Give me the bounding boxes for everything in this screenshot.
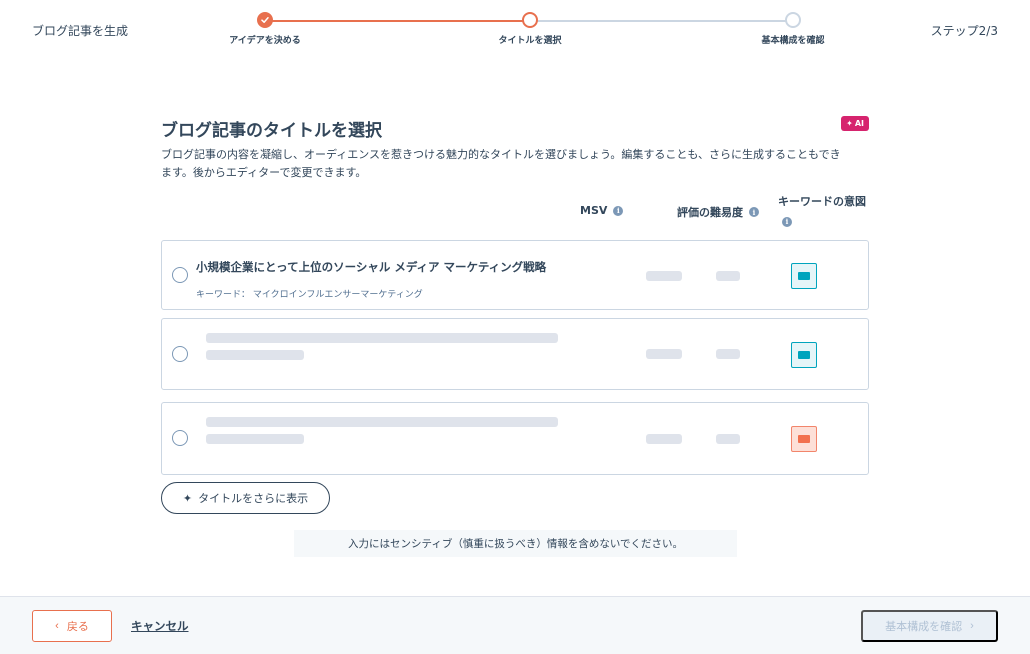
column-header-intent: キーワードの意図 i [778, 195, 866, 227]
title-placeholder [206, 417, 558, 427]
step-idea: アイデアを決める [190, 12, 340, 46]
intent-indicator-icon [791, 342, 817, 368]
back-button[interactable]: ‹ 戻る [32, 610, 112, 642]
msv-placeholder [646, 434, 682, 444]
difficulty-placeholder [716, 434, 740, 444]
difficulty-placeholder [716, 349, 740, 359]
ai-badge-label: AI [854, 119, 864, 128]
title-radio[interactable] [172, 430, 188, 446]
step-outline: 基本構成を確認 [718, 12, 868, 46]
show-more-titles-label: タイトルをさらに表示 [198, 492, 309, 505]
chevron-left-icon: ‹ [55, 620, 59, 632]
checkmark-icon [257, 12, 273, 28]
step-current-icon [522, 12, 538, 28]
back-button-label: 戻る [66, 621, 89, 633]
difficulty-placeholder [716, 271, 740, 281]
sensitive-info-notice: 入力にはセンシティブ（慎重に扱うべき）情報を含めないでください。 [294, 530, 737, 557]
title-option-text: 小規模企業にとって上位のソーシャル メディア マーケティング戦略 [196, 260, 547, 274]
progress-stepper: アイデアを決める タイトルを選択 基本構成を確認 [0, 0, 1030, 60]
title-option-row[interactable]: 小規模企業にとって上位のソーシャル メディア マーケティング戦略 キーワード： … [161, 240, 869, 310]
title-radio[interactable] [172, 346, 188, 362]
msv-placeholder [646, 349, 682, 359]
column-header-msv: MSV i [580, 204, 624, 217]
cancel-link[interactable]: キャンセル [131, 618, 189, 634]
keyword-placeholder [206, 350, 304, 360]
step-label: アイデアを決める [229, 36, 301, 46]
title-radio[interactable] [172, 267, 188, 283]
page-title: ブログ記事のタイトルを選択 [161, 121, 382, 141]
msv-placeholder [646, 271, 682, 281]
step-label: 基本構成を確認 [761, 36, 825, 46]
next-button[interactable]: 基本構成を確認 › [861, 610, 998, 642]
sparkle-icon: ✦ [846, 119, 853, 128]
step-label: タイトルを選択 [498, 36, 562, 46]
step-pending-icon [785, 12, 801, 28]
intent-indicator-icon [791, 426, 817, 452]
title-option-row-loading[interactable] [161, 402, 869, 475]
title-placeholder [206, 333, 558, 343]
info-icon[interactable]: i [749, 207, 759, 217]
page-description: ブログ記事の内容を凝縮し、オーディエンスを惹きつける魅力的なタイトルを選びましょ… [161, 148, 841, 179]
intent-indicator-icon [791, 263, 817, 289]
footer-bar: ‹ 戻る キャンセル 基本構成を確認 › [0, 596, 1030, 654]
info-icon[interactable]: i [782, 216, 792, 227]
ai-badge: ✦ AI [841, 116, 869, 131]
step-title: タイトルを選択 [455, 12, 605, 46]
sparkle-icon: ✦ [182, 491, 193, 505]
column-header-difficulty: 評価の難易度 i [677, 204, 759, 220]
chevron-right-icon: › [970, 620, 974, 632]
show-more-titles-button[interactable]: ✦ タイトルをさらに表示 [161, 482, 330, 514]
next-button-label: 基本構成を確認 [885, 621, 963, 633]
keyword-placeholder [206, 434, 304, 444]
step-count: ステップ2/3 [930, 24, 998, 38]
info-icon[interactable]: i [613, 205, 624, 216]
title-option-keyword: キーワード： マイクロインフルエンサーマーケティング [196, 290, 423, 300]
title-option-row-loading[interactable] [161, 318, 869, 390]
